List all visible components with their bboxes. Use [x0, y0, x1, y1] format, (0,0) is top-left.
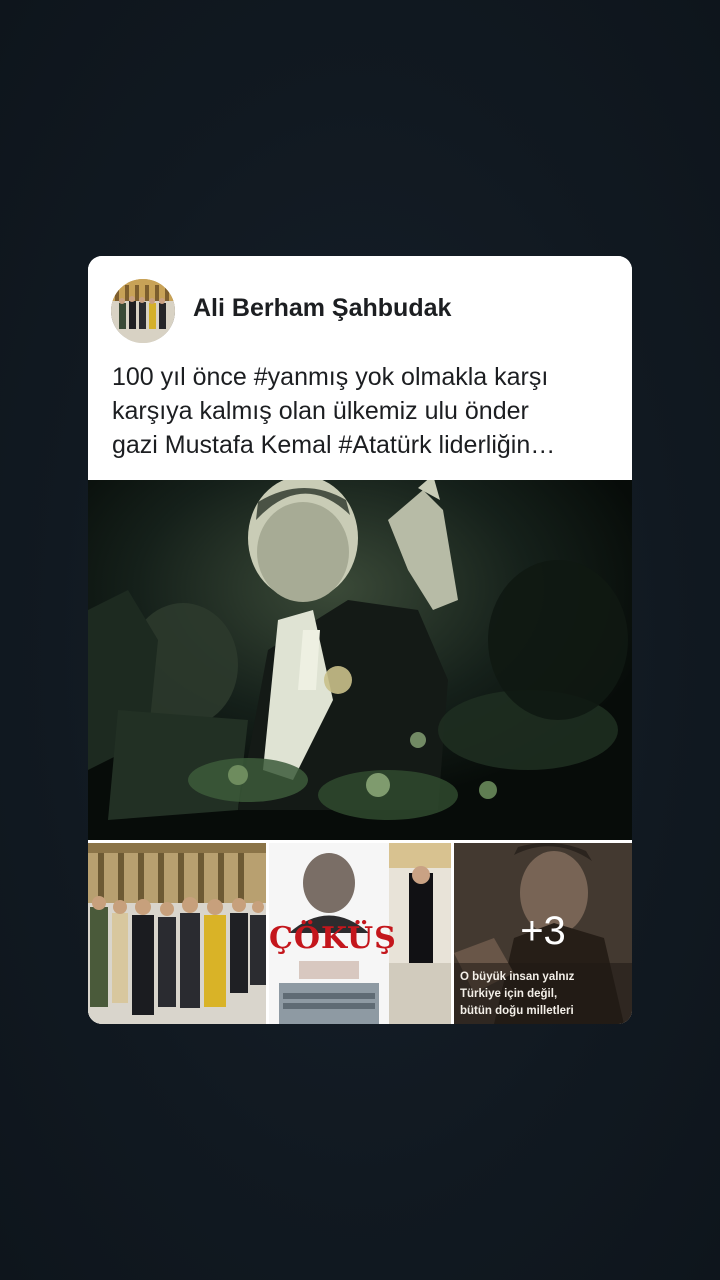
ataturk-portrait-image [88, 480, 632, 840]
post-text-line: karşıya kalmış olan ülkemiz ulu önder [112, 397, 529, 425]
more-photos-count[interactable]: +3 [454, 909, 632, 954]
main-photo[interactable] [88, 480, 632, 840]
avatar-photo [111, 279, 175, 343]
author-avatar[interactable] [111, 279, 175, 343]
author-name[interactable]: Ali Berham Şahbudak [193, 294, 451, 323]
screen: Ali Berham Şahbudak 100 yıl önce #yanmış… [0, 0, 720, 1280]
quote-line: Türkiye için değil, [460, 988, 558, 1000]
cokus-title: ÇÖKÜŞ [269, 921, 397, 956]
quote-line: O büyük insan yalnız [460, 971, 575, 983]
anitkabir-photo [88, 843, 266, 1024]
quote-text: O büyük insan yalnız Türkiye için değil,… [460, 969, 630, 1020]
quote-line: bütün doğu milletleri [460, 1005, 574, 1017]
thumbnail-more-photos[interactable]: +3 O büyük insan yalnız Türkiye için değ… [454, 843, 632, 1024]
post-text-line: 100 yıl önce #yanmış yok olmakla karşı [112, 363, 549, 391]
post-text[interactable]: 100 yıl önce #yanmış yok olmakla karşı k… [112, 360, 612, 462]
post-header: Ali Berham Şahbudak 100 yıl önce #yanmış… [88, 256, 632, 480]
post-card[interactable]: Ali Berham Şahbudak 100 yıl önce #yanmış… [88, 256, 632, 1024]
thumbnail-cokus[interactable]: ÇÖKÜŞ [269, 843, 451, 1024]
photo-thumbnails: ÇÖKÜŞ +3 O büyük insan yalnız Türkiye iç… [88, 843, 632, 1024]
post-text-line: gazi Mustafa Kemal #Atatürk liderliğin… [112, 431, 556, 459]
thumbnail-anitkabir-visit[interactable] [88, 843, 266, 1024]
